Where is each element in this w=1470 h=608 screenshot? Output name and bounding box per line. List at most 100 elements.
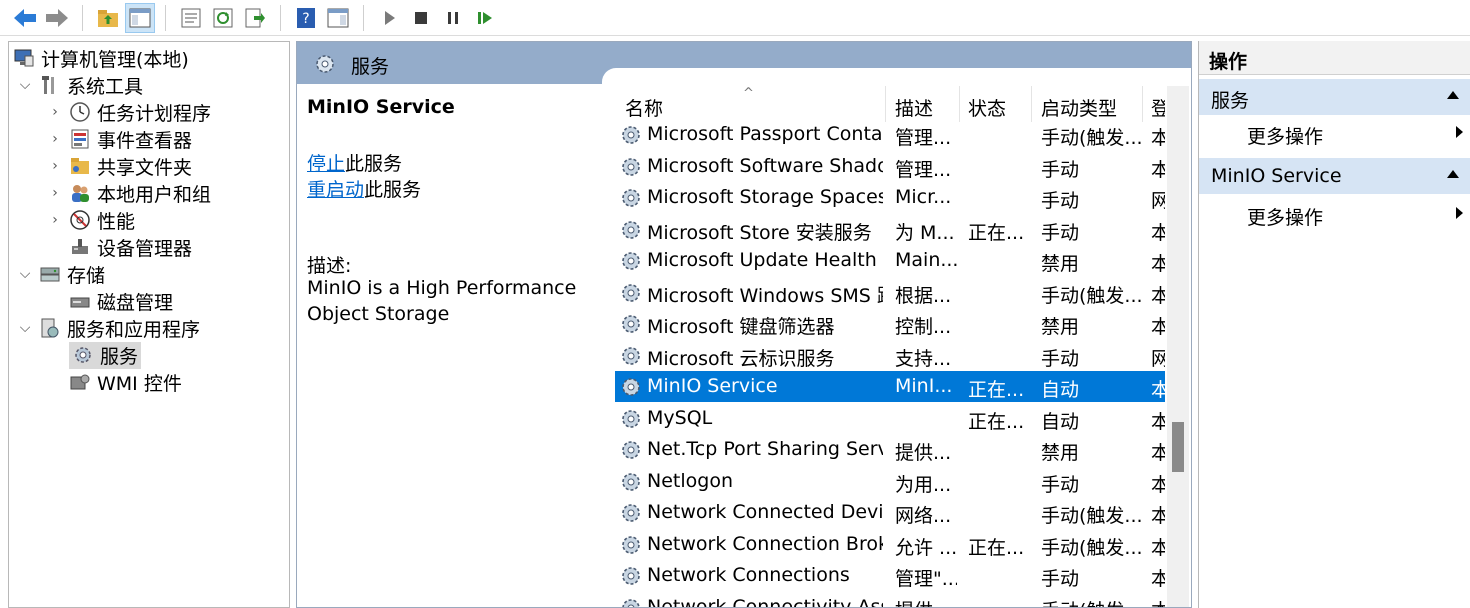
show-action-pane-icon[interactable] xyxy=(323,3,353,33)
sort-caret-icon: ^ xyxy=(743,86,754,101)
forward-arrow-icon[interactable] xyxy=(42,3,72,33)
stop-service-link[interactable]: 停止 xyxy=(307,153,345,175)
expand-chevron-icon[interactable]: › xyxy=(47,212,63,228)
column-divider[interactable] xyxy=(885,86,886,122)
tree-node-root[interactable]: 计算机管理(本地) xyxy=(13,45,189,71)
actions-section-minio-label: MinIO Service xyxy=(1211,165,1342,187)
service-row[interactable]: Network Connections 管理"... 手动 本 xyxy=(615,560,1165,591)
expand-chevron-icon[interactable]: › xyxy=(47,158,63,174)
service-logon-cell: 本 xyxy=(1151,564,1165,591)
pause-icon[interactable] xyxy=(438,3,468,33)
column-divider[interactable] xyxy=(959,86,960,122)
service-name-cell: Network Connection Broker xyxy=(647,532,883,555)
service-row[interactable]: Net.Tcp Port Sharing Service 提供... 禁用 本 xyxy=(615,434,1165,465)
up-folder-icon[interactable] xyxy=(93,3,123,33)
service-startup-type-cell: 禁用 xyxy=(1041,316,1080,338)
show-hide-tree-icon[interactable] xyxy=(125,2,155,33)
actions-section-services[interactable]: 服务 xyxy=(1199,79,1470,115)
collapse-triangle-icon[interactable] xyxy=(1447,170,1459,178)
more-actions-minio[interactable]: 更多操作 xyxy=(1199,197,1470,231)
service-row[interactable]: Microsoft Store 安装服务为 M... 正在... 手动 本 xyxy=(615,214,1165,245)
service-logon-cell: 本 xyxy=(1151,375,1165,402)
tree-node-disk-management[interactable]: 磁盘管理 xyxy=(69,288,173,314)
help-icon[interactable]: ? xyxy=(291,3,321,33)
service-name-cell: Microsoft 云标识服务 xyxy=(647,347,835,370)
tree-node-event-viewer[interactable]: › 事件查看器 xyxy=(47,126,192,152)
collapse-chevron-icon[interactable]: ⌵ xyxy=(17,77,33,93)
tree-node-task-scheduler[interactable]: › 任务计划程序 xyxy=(47,99,211,125)
svg-text:?: ? xyxy=(302,11,309,27)
service-description-cell: 允许 ... xyxy=(895,536,957,559)
expand-chevron-icon[interactable]: › xyxy=(47,131,63,147)
service-logon-cell: 网 xyxy=(1151,186,1165,213)
service-row[interactable]: Network Connected Devic... 网络... 手动(触发... 本 xyxy=(615,497,1165,528)
stop-icon[interactable] xyxy=(406,3,436,33)
collapse-triangle-icon[interactable] xyxy=(1447,91,1459,99)
gear-icon xyxy=(619,312,643,336)
expand-chevron-icon[interactable]: › xyxy=(47,185,63,201)
toolbar-separator xyxy=(165,4,166,31)
tree-node-system-tools[interactable]: ⌵ 系统工具 xyxy=(17,72,143,98)
expand-chevron-icon[interactable]: › xyxy=(47,104,63,120)
tree-node-local-users[interactable]: › 本地用户和组 xyxy=(47,180,211,206)
service-name-cell: MySQL xyxy=(647,406,713,429)
tree-node-performance[interactable]: › 性能 xyxy=(47,207,135,233)
service-description-cell: 根据... xyxy=(895,284,952,307)
tree-node-services-apps[interactable]: ⌵ 服务和应用程序 xyxy=(17,315,200,341)
column-header-status[interactable]: 状态 xyxy=(968,94,1006,121)
tree-label-device-manager: 设备管理器 xyxy=(97,237,193,260)
tree-label-disk-management: 磁盘管理 xyxy=(97,291,174,314)
properties-icon[interactable] xyxy=(176,3,206,33)
column-header-name[interactable]: 名称 xyxy=(625,94,663,121)
column-divider[interactable] xyxy=(1142,86,1143,122)
gear-icon xyxy=(619,155,643,179)
tree-node-services[interactable]: 服务 xyxy=(69,341,142,369)
column-header-description[interactable]: 描述 xyxy=(895,94,933,121)
service-logon-cell: 本 xyxy=(1151,249,1165,276)
description-text-line1: MinIO is a High Performance xyxy=(307,277,577,299)
service-row[interactable]: Microsoft Software Shado... 管理... 手动 本 xyxy=(615,151,1165,182)
service-startup-type-cell: 禁用 xyxy=(1041,442,1080,464)
scrollbar-thumb[interactable] xyxy=(1172,422,1184,472)
play-icon[interactable] xyxy=(374,3,404,33)
restart-service-link[interactable]: 重启动 xyxy=(307,179,364,201)
column-header-startup-type[interactable]: 启动类型 xyxy=(1041,94,1117,121)
service-row[interactable]: Microsoft Passport Container 管理... 手动(触发..… xyxy=(615,119,1165,150)
service-row[interactable]: Microsoft 键盘筛选器 控制... 禁用 本 xyxy=(615,308,1165,339)
service-row[interactable]: Microsoft Windows SMS 路... 根据... 手动(触发... 本 xyxy=(615,277,1165,308)
collapse-chevron-icon[interactable]: ⌵ xyxy=(17,320,33,336)
toolbar-separator xyxy=(363,4,364,31)
service-row[interactable]: Network Connection Broker 允许 ... 正在... 手动(触… xyxy=(615,529,1165,560)
service-row[interactable]: MySQL 正在... 自动 本 xyxy=(615,403,1165,434)
collapse-chevron-icon[interactable]: ⌵ xyxy=(17,266,33,282)
service-name-cell: Network Connectivity Assis... xyxy=(647,595,883,608)
service-row[interactable]: Microsoft 云标识服务 支持... 手动 网 xyxy=(615,340,1165,371)
service-row[interactable]: Network Connectivity Assis... 提供... 手动(触发.… xyxy=(615,592,1165,608)
service-row[interactable]: Netlogon 为用... 手动 本 xyxy=(615,466,1165,497)
vertical-scrollbar[interactable] xyxy=(1167,86,1189,607)
resume-icon[interactable] xyxy=(470,3,500,33)
tree-node-device-manager[interactable]: 设备管理器 xyxy=(69,234,192,260)
actions-section-minio[interactable]: MinIO Service xyxy=(1199,158,1470,194)
more-actions-services[interactable]: 更多操作 xyxy=(1199,116,1470,150)
tree-node-wmi[interactable]: WMI 控件 xyxy=(69,369,182,395)
service-row[interactable]: Microsoft Update Health S... Main... 禁用 本 xyxy=(615,245,1165,276)
service-row[interactable]: MinIO Service MinI... 正在... 自动 本 xyxy=(615,371,1165,402)
tree-node-shared-folders[interactable]: › 共享文件夹 xyxy=(47,153,192,179)
gear-icon xyxy=(619,249,643,273)
service-description-cell: 为 M... xyxy=(895,221,955,244)
back-arrow-icon[interactable] xyxy=(10,3,40,33)
service-logon-cell: 本 xyxy=(1151,218,1165,245)
service-status-cell: 正在... xyxy=(968,379,1025,401)
column-header-logon[interactable]: 登 xyxy=(1151,94,1165,121)
service-logon-cell: 网 xyxy=(1151,344,1165,371)
refresh-icon[interactable] xyxy=(208,3,238,33)
export-list-icon[interactable] xyxy=(240,3,270,33)
service-logon-cell: 本 xyxy=(1151,596,1165,608)
tree-node-storage[interactable]: ⌵ 存储 xyxy=(17,261,105,287)
service-description-cell: 管理"... xyxy=(895,568,957,590)
services-apps-icon xyxy=(39,317,61,339)
gear-icon xyxy=(619,375,643,399)
column-divider[interactable] xyxy=(1031,86,1032,122)
service-row[interactable]: Microsoft Storage Spaces S... Micr... 手动 网 xyxy=(615,182,1165,213)
